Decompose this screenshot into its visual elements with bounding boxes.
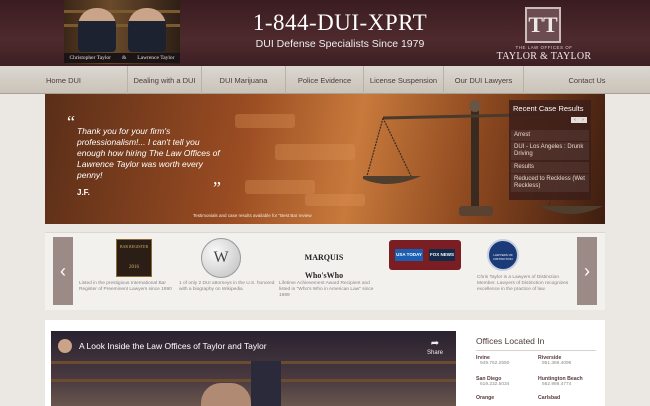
case-result-charge[interactable]: DUI - Los Angeles : Drunk Driving — [511, 142, 589, 160]
recent-case-results-panel: Recent Case Results ‹ › Arrest DUI - Los… — [509, 100, 591, 200]
office-city[interactable]: Orange — [476, 395, 540, 401]
testimonial-author: J.F. — [77, 188, 90, 197]
hero-banner: “ Thank you for your firm's professional… — [45, 94, 605, 224]
usa-today-logo: USA TODAY — [395, 249, 423, 261]
case-result-label: Arrest — [511, 130, 589, 141]
offices-panel: Offices Located In Irvine 949.752.2550 R… — [462, 331, 602, 406]
fox-news-logo: FOX NEWS — [429, 249, 455, 261]
lawyers-of-distinction-seal: LAWYERS OF DISTINCTION — [487, 239, 519, 271]
nav-home-dui[interactable]: Home DUI — [0, 66, 128, 94]
case-result-outcome[interactable]: Reduced to Reckless (Wet Reckless) — [511, 174, 589, 192]
video-share-button[interactable]: ➦ Share — [426, 339, 444, 357]
award-caption: Lifetime Achievement Award Recipient and… — [279, 281, 374, 298]
office-city[interactable]: Carlsbad — [538, 395, 602, 401]
phone-number-link[interactable]: 1-844-DUI-XPRT — [225, 10, 455, 36]
carousel-next-button[interactable]: › — [577, 237, 597, 305]
office-huntington-beach[interactable]: Huntington Beach 562.989.4774 — [538, 376, 602, 387]
offices-divider — [476, 350, 596, 351]
office-riverside[interactable]: Riverside 951.369.4096 — [538, 355, 602, 366]
testimonial-quote: Thank you for your firm's professionalis… — [77, 126, 220, 180]
quote-open-mark: “ — [67, 112, 75, 132]
attorneys-photo: Christopher Taylor & Lawrence Taylor — [64, 0, 180, 64]
ampersand: & — [122, 55, 127, 61]
award-bar-register[interactable]: BAR REGISTER 2016 Listed in the prestigi… — [79, 237, 175, 307]
award-whos-who[interactable]: MARQUIS Who'sWho Lifetime Achievement Aw… — [279, 237, 375, 307]
office-phone[interactable]: 949.752.2550 — [480, 361, 540, 366]
award-caption: Chris Taylor is a Lawyers of Distinction… — [477, 275, 569, 292]
quote-close-mark: ” — [213, 178, 221, 198]
office-san-diego[interactable]: San Diego 619.232.5034 — [476, 376, 540, 387]
nav-dealing-with-dui[interactable]: Dealing with a DUI — [128, 66, 202, 94]
logo-subtitle: THE LAW OFFICES OF — [515, 45, 573, 50]
case-results-pager: ‹ › — [571, 117, 587, 123]
video-title[interactable]: A Look Inside the Law Offices of Taylor … — [79, 341, 267, 351]
award-caption: 1 of only 2 DUI attorneys in the U.S. ho… — [179, 281, 275, 292]
office-carlsbad[interactable]: Carlsbad — [538, 395, 602, 401]
award-as-seen-on[interactable]: USA TODAY FOX NEWS — [387, 237, 483, 307]
whos-who-logo: MARQUIS Who'sWho — [304, 253, 344, 280]
office-irvine[interactable]: Irvine 949.752.2550 — [476, 355, 540, 366]
nav-police-evidence[interactable]: Police Evidence — [286, 66, 364, 94]
award-lawyers-of-distinction[interactable]: LAWYERS OF DISTINCTION Chris Taylor is a… — [477, 237, 573, 307]
attorney-name-1: Christopher Taylor — [69, 55, 112, 61]
attorney-name-2: Lawrence Taylor — [137, 55, 175, 61]
as-seen-on-banner: USA TODAY FOX NEWS — [389, 240, 461, 270]
page: Christopher Taylor & Lawrence Taylor 1-8… — [0, 0, 650, 406]
awards-carousel: ‹ › BAR REGISTER 2016 Listed in the pres… — [45, 232, 605, 310]
office-orange[interactable]: Orange — [476, 395, 540, 401]
channel-avatar[interactable] — [58, 339, 72, 353]
offices-title: Offices Located In — [476, 336, 545, 346]
carousel-prev-button[interactable]: ‹ — [53, 237, 73, 305]
share-icon: ➦ — [430, 338, 440, 349]
video-player[interactable]: A Look Inside the Law Offices of Taylor … — [51, 331, 456, 406]
office-phone[interactable]: 951.369.4096 — [542, 361, 602, 366]
main-nav: Home DUI Dealing with a DUI DUI Marijuan… — [0, 66, 650, 94]
award-caption: Listed in the prestigious International … — [79, 281, 172, 292]
site-header: Christopher Taylor & Lawrence Taylor 1-8… — [0, 0, 650, 66]
recent-case-results-title: Recent Case Results — [513, 104, 584, 113]
case-result-label: Results — [511, 162, 589, 173]
main-content: A Look Inside the Law Offices of Taylor … — [45, 320, 605, 406]
wikipedia-globe-icon: W — [201, 238, 241, 278]
nav-dui-marijuana[interactable]: DUI Marijuana — [202, 66, 286, 94]
award-wikipedia[interactable]: W 1 of only 2 DUI attorneys in the U.S. … — [179, 237, 275, 307]
case-prev-button[interactable]: ‹ — [574, 117, 576, 123]
firm-logo[interactable]: TT — [525, 7, 561, 43]
nav-contact-us[interactable]: Contact Us — [524, 66, 650, 94]
attorneys-photo-caption: Christopher Taylor & Lawrence Taylor — [64, 53, 180, 63]
nav-license-suspension[interactable]: License Suspension — [364, 66, 444, 94]
logo-firm-name[interactable]: TAYLOR & TAYLOR — [494, 51, 594, 62]
nav-our-dui-lawyers[interactable]: Our DUI Lawyers — [444, 66, 524, 94]
office-phone[interactable]: 619.232.5034 — [480, 382, 540, 387]
tagline: DUI Defense Specialists Since 1979 — [255, 38, 425, 50]
case-next-button[interactable]: › — [582, 117, 584, 123]
share-label: Share — [426, 350, 443, 356]
testimonial-disclaimer: Testimonials and case results available … — [193, 213, 312, 218]
bar-register-badge: BAR REGISTER 2016 — [116, 239, 152, 277]
office-phone[interactable]: 562.989.4774 — [542, 382, 602, 387]
